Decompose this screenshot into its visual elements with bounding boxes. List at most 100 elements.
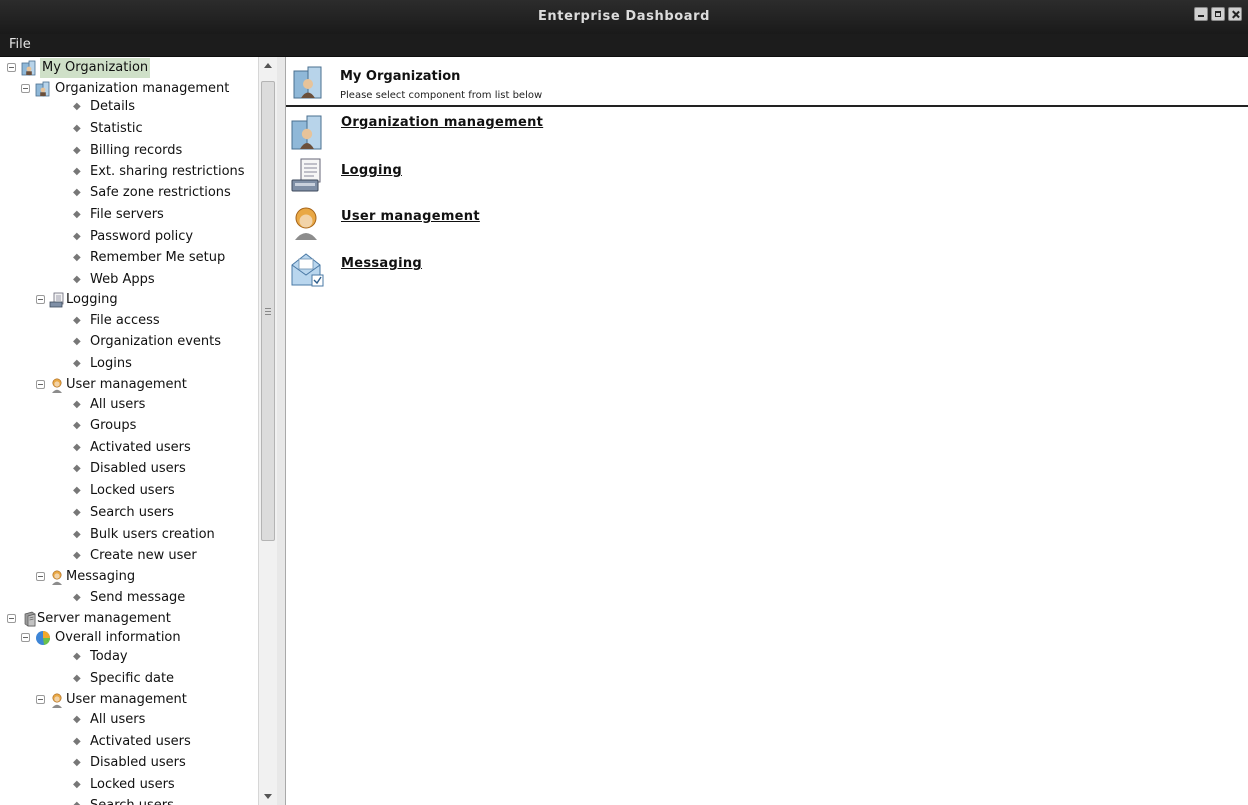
tree-node-messaging[interactable]: Messaging bbox=[4, 567, 254, 587]
scroll-up-icon[interactable] bbox=[264, 63, 272, 68]
bullet-icon: ◆ bbox=[73, 529, 81, 540]
panel-splitter[interactable] bbox=[277, 57, 286, 805]
tree-node-server-user-management[interactable]: User management bbox=[4, 690, 254, 710]
tree-label: Statistic bbox=[90, 121, 143, 136]
tree-item-logins[interactable]: ◆ Logins bbox=[4, 354, 254, 374]
tree-item-web-apps[interactable]: ◆ Web Apps bbox=[4, 270, 254, 290]
building-person-icon[interactable] bbox=[290, 114, 324, 150]
tree-item-all-users[interactable]: ◆ All users bbox=[4, 710, 254, 730]
collapse-icon[interactable] bbox=[36, 572, 45, 581]
building-person-icon bbox=[21, 60, 36, 76]
collapse-icon[interactable] bbox=[36, 380, 45, 389]
bullet-icon: ◆ bbox=[73, 274, 81, 285]
pie-chart-icon bbox=[36, 631, 50, 645]
tree-label: Send message bbox=[90, 590, 186, 605]
tree-item-details[interactable]: ◆ Details bbox=[4, 97, 254, 117]
user-icon bbox=[52, 570, 62, 585]
tree-item-billing-records[interactable]: ◆ Billing records bbox=[4, 141, 254, 161]
bullet-icon: ◆ bbox=[73, 592, 81, 603]
tree-label: Create new user bbox=[90, 548, 197, 563]
window-controls bbox=[1194, 7, 1242, 21]
tree-item-statistic[interactable]: ◆ Statistic bbox=[4, 119, 254, 139]
tree-item-organization-events[interactable]: ◆ Organization events bbox=[4, 332, 254, 352]
tree-label: Billing records bbox=[90, 143, 183, 158]
tree-node-logging[interactable]: Logging bbox=[4, 290, 254, 310]
collapse-icon[interactable] bbox=[21, 633, 30, 642]
tree-label: Ext. sharing restrictions bbox=[90, 164, 245, 179]
tree-node-user-management[interactable]: User management bbox=[4, 375, 254, 395]
tree-item-safe-zone-restrictions[interactable]: ◆ Safe zone restrictions bbox=[4, 183, 254, 203]
collapse-icon[interactable] bbox=[21, 84, 30, 93]
tree-item-activated-users[interactable]: ◆ Activated users bbox=[4, 438, 254, 458]
bullet-icon: ◆ bbox=[73, 714, 81, 725]
tree-label: Messaging bbox=[66, 569, 136, 584]
tree-item-disabled-users[interactable]: ◆ Disabled users bbox=[4, 459, 254, 479]
tree-node-organization-management[interactable]: Organization management bbox=[4, 79, 254, 99]
maximize-button[interactable] bbox=[1211, 7, 1225, 21]
bullet-icon: ◆ bbox=[73, 187, 81, 198]
tree-label: Bulk users creation bbox=[90, 527, 215, 542]
tree-scrollbar[interactable] bbox=[258, 57, 278, 805]
collapse-icon[interactable] bbox=[36, 295, 45, 304]
tree-item-today[interactable]: ◆ Today bbox=[4, 647, 254, 667]
collapse-icon[interactable] bbox=[7, 614, 16, 623]
scroll-thumb[interactable] bbox=[261, 81, 275, 541]
tree-label: Organization management bbox=[55, 81, 230, 96]
user-icon[interactable] bbox=[290, 204, 324, 240]
tree-label: My Organization bbox=[40, 58, 151, 78]
tree-item-file-servers[interactable]: ◆ File servers bbox=[4, 205, 254, 225]
tree-item-disabled-users[interactable]: ◆ Disabled users bbox=[4, 753, 254, 773]
bullet-icon: ◆ bbox=[73, 145, 81, 156]
tree-label: Web Apps bbox=[90, 272, 155, 287]
tree-item-locked-users[interactable]: ◆ Locked users bbox=[4, 775, 254, 795]
collapse-icon[interactable] bbox=[36, 695, 45, 704]
title-bar[interactable]: Enterprise Dashboard bbox=[0, 0, 1248, 34]
tree-label: Specific date bbox=[90, 671, 175, 686]
tree-node-server-management[interactable]: Server management bbox=[4, 609, 254, 629]
logging-link[interactable]: Logging bbox=[341, 163, 402, 178]
minimize-button[interactable] bbox=[1194, 7, 1208, 21]
tree-item-activated-users[interactable]: ◆ Activated users bbox=[4, 732, 254, 752]
tree-item-create-new-user[interactable]: ◆ Create new user bbox=[4, 546, 254, 566]
tree-item-all-users[interactable]: ◆ All users bbox=[4, 395, 254, 415]
tree-node-overall-information[interactable]: Overall information bbox=[4, 628, 254, 648]
tree-label: Search users bbox=[90, 505, 174, 520]
tree-item-ext-sharing-restrictions[interactable]: ◆ Ext. sharing restrictions bbox=[4, 162, 254, 182]
document-printer-icon[interactable] bbox=[290, 157, 324, 193]
bullet-icon: ◆ bbox=[73, 463, 81, 474]
menu-file[interactable]: File bbox=[9, 37, 31, 52]
tree-item-locked-users[interactable]: ◆ Locked users bbox=[4, 481, 254, 501]
tree-item-password-policy[interactable]: ◆ Password policy bbox=[4, 227, 254, 247]
bullet-icon: ◆ bbox=[73, 420, 81, 431]
bullet-icon: ◆ bbox=[73, 231, 81, 242]
tree-item-remember-me-setup[interactable]: ◆ Remember Me setup bbox=[4, 248, 254, 268]
tree-label: Logging bbox=[66, 292, 118, 307]
tree-item-groups[interactable]: ◆ Groups bbox=[4, 416, 254, 436]
close-button[interactable] bbox=[1228, 7, 1242, 21]
user-icon bbox=[52, 378, 62, 393]
tree-item-search-users[interactable]: ◆ Search users bbox=[4, 503, 254, 523]
building-person-icon bbox=[35, 81, 50, 97]
bullet-icon: ◆ bbox=[73, 123, 81, 134]
tree-label: File servers bbox=[90, 207, 164, 222]
messaging-link[interactable]: Messaging bbox=[341, 256, 422, 271]
tree-item-search-users[interactable]: ◆ Search users bbox=[4, 796, 254, 805]
tree-label: Activated users bbox=[90, 440, 191, 455]
collapse-icon[interactable] bbox=[7, 63, 16, 72]
tree-item-send-message[interactable]: ◆ Send message bbox=[4, 588, 254, 608]
bullet-icon: ◆ bbox=[73, 336, 81, 347]
organization-management-link[interactable]: Organization management bbox=[341, 115, 543, 130]
bullet-icon: ◆ bbox=[73, 651, 81, 662]
menu-bar: File bbox=[0, 34, 1248, 57]
tree-item-specific-date[interactable]: ◆ Specific date bbox=[4, 669, 254, 689]
bullet-icon: ◆ bbox=[73, 358, 81, 369]
tree-node-my-organization[interactable]: My Organization bbox=[4, 58, 254, 78]
tree-label: File access bbox=[90, 313, 160, 328]
user-management-link[interactable]: User management bbox=[341, 209, 480, 224]
bullet-icon: ◆ bbox=[73, 252, 81, 263]
envelope-icon[interactable] bbox=[290, 251, 324, 287]
tree-item-bulk-users-creation[interactable]: ◆ Bulk users creation bbox=[4, 525, 254, 545]
tree-label: Logins bbox=[90, 356, 132, 371]
tree-item-file-access[interactable]: ◆ File access bbox=[4, 311, 254, 331]
scroll-down-icon[interactable] bbox=[264, 794, 272, 799]
